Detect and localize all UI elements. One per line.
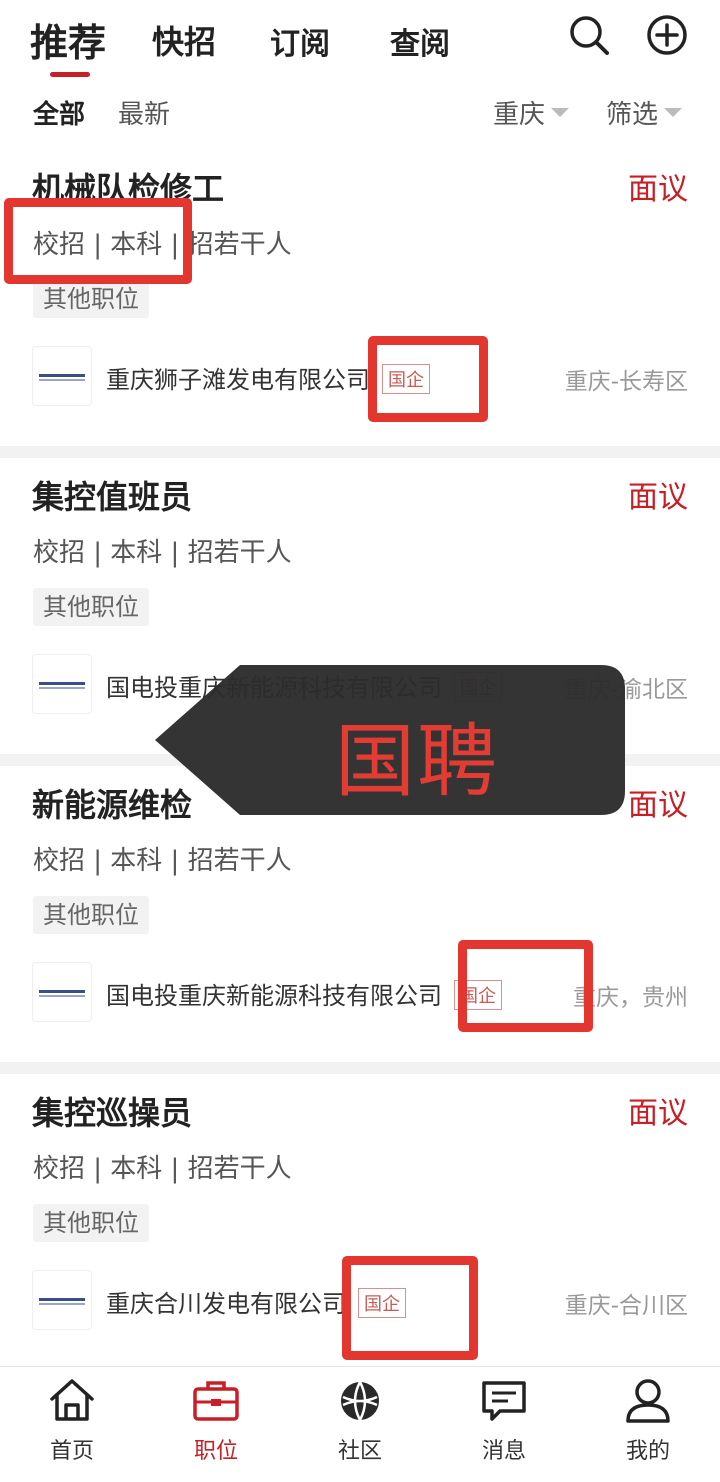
top-bar: 推荐 快招 订阅 查阅: [0, 0, 720, 80]
briefcase-icon: [193, 1381, 239, 1421]
job-meta: 校招 | 本科 | 招若干人: [33, 1154, 292, 1184]
plus-circle-icon: [647, 15, 687, 55]
tab-recommend[interactable]: 推荐: [30, 12, 106, 67]
filter-latest[interactable]: 最新: [118, 94, 170, 131]
job-meta: 校招 | 本科 | 招若干人: [33, 538, 292, 568]
tab-browse[interactable]: 查阅: [390, 19, 450, 63]
active-tab-indicator: [50, 72, 90, 77]
nav-community[interactable]: 社区: [310, 1375, 410, 1465]
company-name[interactable]: 国电投重庆新能源科技有限公司国企: [106, 976, 502, 1012]
nav-label: 我的: [625, 1439, 670, 1464]
company-name-text: 重庆合川发电有限公司: [106, 1290, 346, 1318]
company-logo: [32, 962, 92, 1022]
job-salary: 面议: [628, 480, 688, 515]
company-name-text: 国电投重庆新能源科技有限公司: [106, 982, 442, 1010]
job-salary: 面议: [628, 172, 688, 207]
filter-dropdown[interactable]: 筛选: [606, 94, 683, 131]
search-button[interactable]: [568, 14, 610, 56]
filter-bar: 全部 最新 重庆 筛选: [0, 86, 720, 138]
nav-jobs[interactable]: 职位: [166, 1375, 266, 1465]
job-title: 集控巡操员: [32, 1094, 193, 1132]
add-button[interactable]: [646, 14, 688, 56]
card-divider: [0, 1062, 720, 1074]
card-divider: [0, 446, 720, 458]
company-name-text: 重庆狮子滩发电有限公司: [106, 366, 370, 394]
tab-subscribe[interactable]: 订阅: [270, 19, 330, 63]
bottom-nav: 首页 职位 社区 消息 我的: [0, 1366, 720, 1482]
chevron-down-icon: [664, 108, 683, 117]
annotation-box: [4, 198, 192, 284]
nav-home[interactable]: 首页: [22, 1375, 122, 1465]
nav-messages[interactable]: 消息: [454, 1375, 554, 1465]
company-logo: [32, 654, 92, 714]
search-icon: [570, 16, 609, 55]
globe-icon: [341, 1381, 379, 1421]
annotation-box: [368, 336, 488, 422]
nav-label: 社区: [337, 1439, 382, 1464]
job-tag: 其他职位: [33, 1204, 149, 1242]
job-title: 集控值班员: [32, 478, 193, 516]
tab-quick-hire[interactable]: 快招: [152, 17, 216, 63]
job-salary: 面议: [628, 788, 688, 823]
company-logo: [32, 346, 92, 406]
nav-label: 首页: [49, 1439, 94, 1464]
job-tag: 其他职位: [33, 280, 149, 318]
callout-text: 国聘: [335, 715, 499, 808]
city-dropdown-label: 重庆: [493, 100, 546, 130]
callout-overlay: 国聘: [155, 663, 627, 817]
nav-label: 消息: [481, 1439, 526, 1464]
filter-dropdown-label: 筛选: [606, 100, 659, 130]
home-icon: [50, 1379, 94, 1421]
message-icon: [482, 1381, 526, 1421]
user-icon: [626, 1379, 670, 1423]
job-card[interactable]: 机械队检修工 面议 校招 | 本科 | 招若干人 其他职位 重庆狮子滩发电有限公…: [0, 150, 720, 446]
filter-all[interactable]: 全部: [33, 94, 85, 131]
nav-profile[interactable]: 我的: [598, 1375, 698, 1465]
job-meta: 校招 | 本科 | 招若干人: [33, 846, 292, 876]
job-tag: 其他职位: [33, 588, 149, 626]
city-dropdown[interactable]: 重庆: [493, 94, 570, 131]
job-tag: 其他职位: [33, 896, 149, 934]
nav-label: 职位: [193, 1439, 238, 1464]
annotation-box: [458, 940, 593, 1032]
annotation-box: [342, 1256, 478, 1360]
company-logo: [32, 1270, 92, 1330]
job-location: 重庆-长寿区: [564, 369, 688, 395]
job-location: 重庆-合川区: [564, 1293, 688, 1319]
chevron-down-icon: [551, 108, 570, 117]
job-salary: 面议: [628, 1096, 688, 1131]
